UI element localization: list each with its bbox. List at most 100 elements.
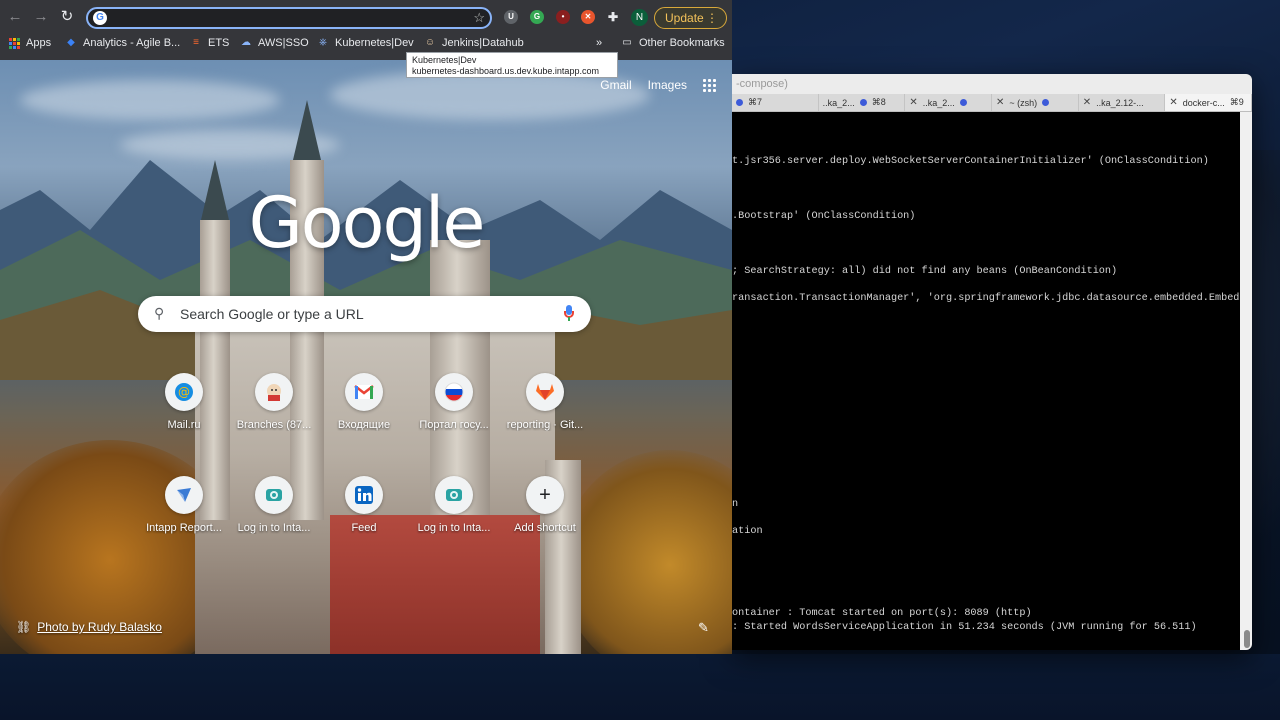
shortcut-label: Log in to Inta... bbox=[417, 522, 491, 534]
terminal-tab[interactable]: ✕ ~ (zsh) bbox=[992, 94, 1079, 111]
bookmark-star-icon[interactable]: ☆ bbox=[473, 9, 485, 27]
google-logo: Google bbox=[248, 182, 486, 264]
shortcut-tile[interactable]: Branches (87... bbox=[229, 373, 319, 431]
terminal-tab[interactable]: ⌘7 bbox=[732, 94, 819, 111]
terminal-line: ontainer : Tomcat started on port(s): 80… bbox=[732, 608, 1032, 619]
bookmark-aws[interactable]: ☁ AWS|SSO bbox=[240, 37, 309, 49]
other-bookmarks[interactable]: ▭ Other Bookmarks bbox=[621, 37, 725, 49]
terminal-tab[interactable]: ✕ ..ka_2... bbox=[905, 94, 993, 111]
images-link[interactable]: Images bbox=[648, 78, 687, 92]
shortcut-tile[interactable]: reporting · Git... bbox=[500, 373, 590, 431]
terminal-tab-label: docker-c... bbox=[1182, 97, 1225, 108]
tooltip-url: kubernetes-dashboard.us.dev.kube.intapp.… bbox=[412, 66, 599, 76]
terminal-tab-active[interactable]: ✕ docker-c... ⌘9 bbox=[1165, 94, 1252, 111]
intapp-login-icon bbox=[435, 476, 473, 514]
bookmark-apps[interactable]: Apps bbox=[9, 37, 51, 49]
bookmarks-overflow-button[interactable]: » bbox=[596, 37, 602, 49]
terminal-tab-shortcut: ⌘8 bbox=[871, 97, 886, 107]
terminal-line: ation bbox=[732, 526, 763, 537]
noscript-extension-icon[interactable]: ✕ bbox=[581, 10, 595, 24]
terminal-scrollbar[interactable] bbox=[1240, 112, 1252, 650]
tab-activity-dot bbox=[736, 99, 743, 106]
pencil-icon[interactable]: ✎ bbox=[698, 620, 709, 636]
shortcut-label: Branches (87... bbox=[236, 419, 312, 431]
lastpass-extension-icon[interactable]: • bbox=[556, 10, 570, 24]
terminal-tab-bar: ⌘7 ..ka_2... ⌘8 ✕ ..ka_2... ✕ ~ (zsh) ✕ … bbox=[732, 94, 1252, 112]
gitlab-icon bbox=[526, 373, 564, 411]
address-input[interactable] bbox=[114, 9, 464, 27]
bookmark-kubernetes[interactable]: ⎈ Kubernetes|Dev bbox=[317, 37, 414, 49]
address-bar[interactable]: G ☆ bbox=[86, 7, 492, 29]
photo-credit-link[interactable]: Photo by Rudy Balasko bbox=[37, 620, 162, 634]
bookmark-ets[interactable]: ≡ ETS bbox=[190, 37, 229, 49]
update-label: Update bbox=[665, 11, 704, 25]
bookmark-label: Other Bookmarks bbox=[639, 37, 725, 49]
tab-activity-dot bbox=[859, 99, 867, 106]
terminal-line: n bbox=[732, 499, 739, 510]
back-arrow-icon[interactable]: ← bbox=[6, 8, 24, 26]
reload-icon[interactable]: ↻ bbox=[58, 8, 76, 26]
puzzle-extensions-icon[interactable]: ✚ bbox=[606, 10, 620, 24]
microphone-icon[interactable] bbox=[563, 305, 575, 323]
browser-toolbar: ← → ↻ G ☆ U G • ✕ ✚ N Update ⋮ bbox=[0, 0, 732, 34]
more-vertical-icon: ⋮ bbox=[706, 11, 718, 25]
shortcut-label: reporting · Git... bbox=[506, 419, 584, 431]
shortcut-tile[interactable]: Feed bbox=[319, 476, 409, 534]
shortcut-label: Входящие bbox=[337, 419, 391, 431]
new-tab-page: Gmail Images Google ⚲ @ Mail.ru Bran bbox=[0, 60, 732, 654]
ntp-search-box[interactable]: ⚲ bbox=[138, 296, 591, 332]
shortcut-tile[interactable]: @ Mail.ru bbox=[139, 373, 229, 431]
add-shortcut-button[interactable]: + Add shortcut bbox=[500, 476, 590, 534]
terminal-tab-label: ..ka_2... bbox=[822, 97, 855, 108]
google-apps-icon[interactable] bbox=[703, 78, 716, 92]
bookmark-jenkins[interactable]: ☺ Jenkins|Datahub bbox=[424, 37, 524, 49]
bookmark-label: Jenkins|Datahub bbox=[442, 37, 524, 49]
background-tower bbox=[200, 220, 230, 520]
bookmark-tooltip: Kubernetes|Dev kubernetes-dashboard.us.d… bbox=[406, 52, 618, 78]
background-cloud bbox=[20, 80, 280, 120]
shortcut-label: Портал госу... bbox=[419, 419, 489, 431]
shortcut-label: Feed bbox=[351, 522, 377, 534]
ntp-top-links: Gmail Images bbox=[600, 78, 716, 92]
bookmark-analytics[interactable]: ◆ Analytics - Agile B... bbox=[65, 37, 180, 49]
background-spire bbox=[293, 100, 321, 160]
close-icon[interactable]: ✕ bbox=[909, 97, 917, 108]
jenkins-icon bbox=[255, 373, 293, 411]
jenkins-icon: ☺ bbox=[424, 37, 436, 48]
forward-arrow-icon[interactable]: → bbox=[32, 8, 50, 26]
shortcut-tile[interactable]: Входящие bbox=[319, 373, 409, 431]
scrollbar-thumb[interactable] bbox=[1244, 630, 1250, 648]
terminal-line: t.jsr356.server.deploy.WebSocketServerCo… bbox=[732, 156, 1209, 167]
search-icon: ⚲ bbox=[154, 305, 165, 321]
ublock-extension-icon[interactable]: U bbox=[504, 10, 518, 24]
search-input[interactable] bbox=[180, 304, 540, 324]
update-button[interactable]: Update ⋮ bbox=[654, 7, 727, 29]
terminal-line: : Started WordsServiceApplication in 51.… bbox=[732, 622, 1197, 633]
terminal-output[interactable]: t.jsr356.server.deploy.WebSocketServerCo… bbox=[732, 112, 1252, 650]
shortcut-label: Log in to Inta... bbox=[237, 522, 311, 534]
intapp-icon bbox=[165, 476, 203, 514]
svg-text:@: @ bbox=[178, 385, 190, 399]
profile-avatar[interactable]: N bbox=[631, 9, 648, 26]
shortcut-tile[interactable]: Intapp Report... bbox=[139, 476, 229, 534]
tab-activity-dot bbox=[1042, 99, 1050, 106]
gmail-link[interactable]: Gmail bbox=[600, 78, 631, 92]
terminal-tab-label: ⌘7 bbox=[748, 97, 763, 107]
terminal-tab[interactable]: ..ka_2... ⌘8 bbox=[819, 94, 906, 111]
shortcut-label: Mail.ru bbox=[167, 419, 201, 431]
shortcut-tile[interactable]: Log in to Inta... bbox=[229, 476, 319, 534]
gosuslugi-icon bbox=[435, 373, 473, 411]
bookmark-label: AWS|SSO bbox=[258, 37, 309, 49]
terminal-tab[interactable]: ✕ ..ka_2.12-... bbox=[1079, 94, 1166, 111]
tab-activity-dot bbox=[959, 99, 967, 106]
close-icon[interactable]: ✕ bbox=[1169, 97, 1177, 108]
close-icon[interactable]: ✕ bbox=[996, 97, 1004, 108]
photo-credit: ⛓ Photo by Rudy Balasko bbox=[16, 620, 162, 634]
apps-grid-icon bbox=[9, 37, 20, 49]
grammar-extension-icon[interactable]: G bbox=[530, 10, 544, 24]
terminal-window[interactable]: -compose) ⌘7 ..ka_2... ⌘8 ✕ ..ka_2... ✕ … bbox=[732, 74, 1252, 650]
linkedin-icon bbox=[345, 476, 383, 514]
close-icon[interactable]: ✕ bbox=[1083, 97, 1091, 108]
shortcut-tile[interactable]: Log in to Inta... bbox=[409, 476, 499, 534]
shortcut-tile[interactable]: Портал госу... bbox=[409, 373, 499, 431]
